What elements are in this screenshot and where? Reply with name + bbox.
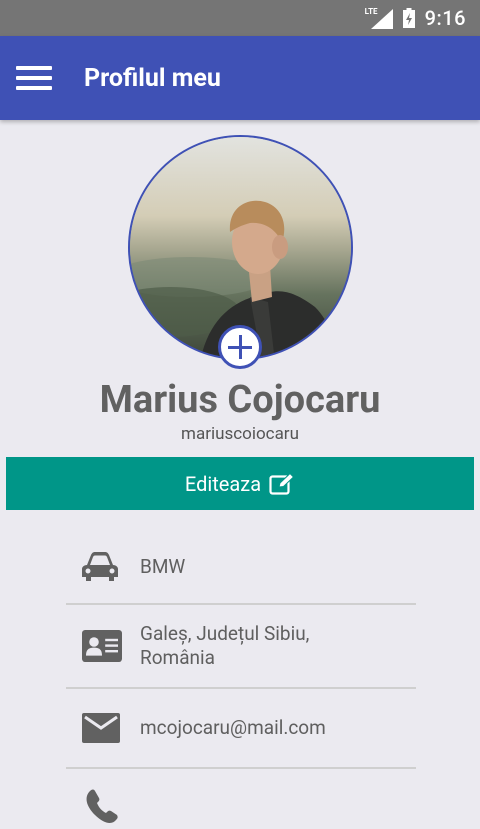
profile-name: Marius Cojocaru — [99, 378, 381, 422]
app-bar: Profilul meu — [0, 36, 480, 120]
page-title: Profilul meu — [84, 63, 221, 93]
status-bar: LTE 9:16 — [0, 0, 480, 36]
address-line-2: România — [140, 646, 215, 669]
address-text: Galeș, Județul Sibiu, România — [140, 622, 309, 670]
info-row-phone — [66, 769, 416, 829]
network-label: LTE — [364, 7, 378, 16]
clock: 9:16 — [424, 6, 466, 30]
info-row-car: BMW — [66, 530, 416, 605]
avatar-container — [128, 135, 353, 369]
battery-charging-icon — [402, 8, 415, 28]
mail-icon — [82, 713, 122, 743]
edit-icon — [269, 472, 295, 495]
contact-card-icon — [82, 626, 122, 666]
edit-button-label: Editeaza — [184, 471, 262, 496]
lte-signal-icon: LTE — [365, 7, 393, 29]
car-icon — [82, 551, 122, 582]
add-photo-icon[interactable] — [218, 325, 262, 369]
car-text: BMW — [140, 554, 186, 578]
profile-username: mariuscoiocaru — [181, 424, 299, 444]
info-row-email: mcojocaru@mail.com — [66, 689, 416, 769]
phone-icon — [82, 789, 122, 825]
address-line-1: Galeș, Județul Sibiu, — [140, 622, 310, 645]
email-text: mcojocaru@mail.com — [140, 716, 326, 739]
menu-icon[interactable] — [16, 66, 52, 90]
profile-info-list: BMW Galeș, Județul Sibiu, România mcojoc — [66, 530, 416, 829]
edit-profile-button[interactable]: Editeaza — [6, 457, 474, 510]
info-row-address: Galeș, Județul Sibiu, România — [66, 605, 416, 689]
